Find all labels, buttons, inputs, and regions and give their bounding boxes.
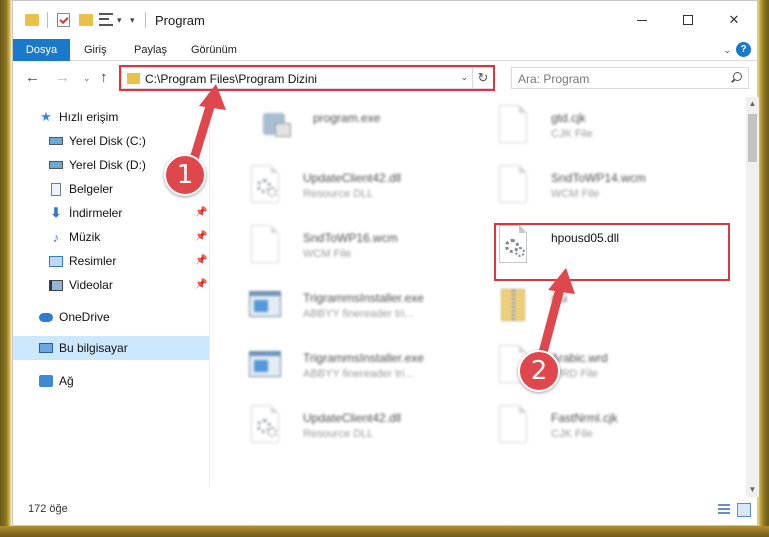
step-badge-1: 1 (164, 154, 206, 196)
step-badge-2: 2 (518, 350, 560, 392)
arrow-2-shaft (536, 280, 566, 365)
annotation-arrows (185, 84, 575, 365)
arrow-2-head (548, 268, 575, 294)
arrow-1-head (199, 84, 226, 110)
